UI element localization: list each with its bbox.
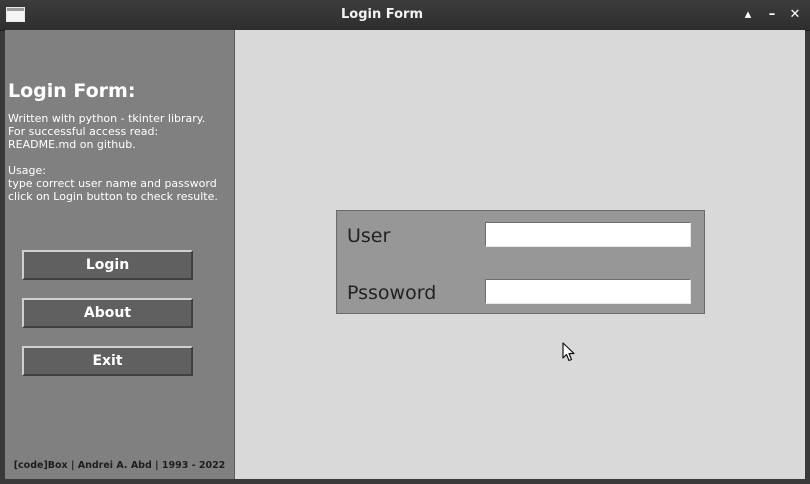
window-title: Login Form: [341, 7, 423, 22]
description-line: [8, 151, 232, 164]
sidebar-heading: Login Form:: [8, 80, 136, 102]
about-button[interactable]: About: [22, 298, 193, 328]
exit-button[interactable]: Exit: [22, 346, 193, 376]
description-line: For successful access read:: [8, 125, 159, 138]
sidebar: Login Form: Written with python - tkinte…: [5, 30, 235, 479]
user-label: User: [347, 225, 391, 247]
description-line: type correct user name and password: [8, 177, 217, 190]
description-line: Usage:: [8, 164, 46, 177]
mouse-pointer-icon: [562, 342, 575, 362]
minimize-icon[interactable]: –: [764, 7, 780, 23]
user-input[interactable]: [485, 222, 691, 247]
close-icon[interactable]: ✕: [787, 7, 803, 23]
description-line: Written with python - tkinter library.: [8, 112, 206, 125]
login-button[interactable]: Login: [22, 250, 193, 280]
client-area: Login Form: Written with python - tkinte…: [5, 30, 805, 479]
description-line: click on Login button to check resulte.: [8, 190, 218, 203]
restore-icon[interactable]: ▴: [740, 7, 756, 23]
sidebar-footer: [code]Box | Andrei A. Abd | 1993 - 2022: [13, 460, 226, 471]
login-form: User Pssoword: [336, 210, 705, 314]
title-bar[interactable]: Login Form ▴ – ✕: [0, 0, 810, 31]
password-label: Pssoword: [347, 282, 437, 304]
sidebar-description: Written with python - tkinter library. F…: [8, 112, 232, 203]
app-window: Login Form ▴ – ✕ Login Form: Written wit…: [0, 0, 810, 484]
description-line: README.md on github.: [8, 138, 136, 151]
password-input[interactable]: [485, 279, 691, 304]
